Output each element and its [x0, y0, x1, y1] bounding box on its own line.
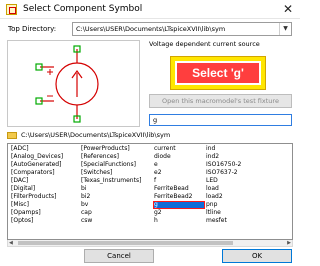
list-item[interactable]: [SpecialFunctions] — [80, 161, 153, 169]
list-item[interactable]: FerriteBead — [153, 185, 205, 193]
horizontal-scrollbar[interactable]: ◀ ▶ — [7, 240, 293, 247]
top-directory-label: Top Directory: — [8, 25, 57, 33]
ok-button[interactable]: OK — [222, 249, 292, 263]
list-item[interactable]: mesfet — [205, 217, 285, 225]
symbol-name-value: g — [153, 116, 158, 124]
list-item[interactable]: f — [153, 177, 205, 185]
list-item[interactable]: [Comparators] — [10, 169, 80, 177]
list-item[interactable]: FerriteBead2 — [153, 193, 205, 201]
symbol-name-input[interactable]: g — [149, 114, 292, 126]
title-bar: Select Component Symbol ✕ — [0, 0, 300, 19]
list-item[interactable]: pnp — [205, 201, 285, 209]
list-item[interactable]: bi — [80, 185, 153, 193]
list-item[interactable]: bv — [80, 201, 153, 209]
list-item[interactable]: diode — [153, 153, 205, 161]
scroll-thumb[interactable] — [18, 241, 233, 245]
scroll-left-icon[interactable]: ◀ — [9, 240, 13, 246]
annotation-callout: Select 'g' — [170, 56, 266, 90]
list-item[interactable]: [References] — [80, 153, 153, 161]
current-path: C:\Users\USER\Documents\LTspiceXVII\lib\… — [21, 131, 171, 139]
top-directory-value: C:\Users\USER\Documents\LTspiceXVII\lib\… — [76, 25, 226, 33]
callout-text: Select 'g' — [192, 66, 244, 80]
list-item[interactable]: [Optos] — [10, 217, 80, 225]
list-item[interactable]: [Opamps] — [10, 209, 80, 217]
list-item[interactable]: ind — [205, 145, 285, 153]
top-directory-combobox[interactable]: C:\Users\USER\Documents\LTspiceXVII\lib\… — [72, 22, 292, 36]
list-item[interactable]: [FilterProducts] — [10, 193, 80, 201]
list-item[interactable]: [Analog_Devices] — [10, 153, 80, 161]
list-item[interactable]: [ADC] — [10, 145, 80, 153]
list-item[interactable]: ISO16750-2 — [205, 161, 285, 169]
list-item[interactable]: [DAC] — [10, 177, 80, 185]
list-item[interactable]: cap — [80, 209, 153, 217]
current-source-icon — [35, 45, 99, 123]
symbol-list-grid: [ADC] [PowerProducts] current ind [Analog_De… — [10, 145, 285, 225]
list-item[interactable]: [AutoGenerated] — [10, 161, 80, 169]
list-item[interactable]: load — [205, 185, 285, 193]
list-item[interactable]: [PowerProducts] — [80, 145, 153, 153]
scroll-right-icon[interactable]: ▶ — [287, 240, 291, 246]
list-item[interactable]: ltline — [205, 209, 285, 217]
close-button[interactable]: ✕ — [278, 2, 298, 17]
chevron-down-icon[interactable]: ▼ — [279, 23, 291, 35]
symbol-list[interactable]: [ADC] [PowerProducts] current ind [Analog_De… — [7, 143, 293, 240]
list-item[interactable]: e2 — [153, 169, 205, 177]
app-icon — [6, 4, 17, 15]
current-path-row: C:\Users\USER\Documents\LTspiceXVII\lib\… — [7, 131, 293, 141]
list-item[interactable]: h — [153, 217, 205, 225]
list-item[interactable]: ind2 — [205, 153, 285, 161]
folder-icon — [7, 132, 17, 139]
symbol-preview — [7, 40, 140, 127]
list-item[interactable]: ISO7637-2 — [205, 169, 285, 177]
list-item[interactable]: load2 — [205, 193, 285, 201]
list-item[interactable]: current — [153, 145, 205, 153]
list-item[interactable]: g2 — [153, 209, 205, 217]
list-item[interactable]: e — [153, 161, 205, 169]
list-item[interactable]: [Texas_Instruments] — [80, 177, 153, 185]
list-item[interactable]: csw — [80, 217, 153, 225]
open-test-fixture-button[interactable]: Open this macromodel's test fixture — [149, 94, 292, 108]
callout-box: Select 'g' — [175, 61, 261, 85]
list-item[interactable]: LED — [205, 177, 285, 185]
list-item[interactable]: g — [153, 201, 205, 209]
list-item[interactable]: bi2 — [80, 193, 153, 201]
cancel-button[interactable]: Cancel — [84, 249, 154, 263]
list-item[interactable]: [Misc] — [10, 201, 80, 209]
symbol-description: Voltage dependent current source — [149, 40, 260, 48]
window-title: Select Component Symbol — [23, 4, 143, 14]
list-item[interactable]: [Switches] — [80, 169, 153, 177]
list-item[interactable]: [Digital] — [10, 185, 80, 193]
